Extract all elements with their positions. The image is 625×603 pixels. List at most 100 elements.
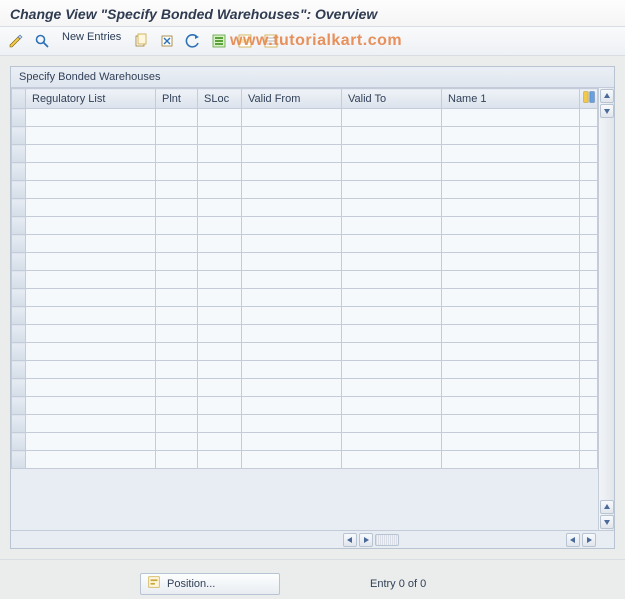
table-cell[interactable] — [26, 181, 156, 199]
table-cell[interactable] — [198, 145, 242, 163]
row-selector[interactable] — [12, 127, 26, 145]
table-cell[interactable] — [442, 343, 580, 361]
table-cell[interactable] — [442, 379, 580, 397]
row-selector[interactable] — [12, 307, 26, 325]
table-cell[interactable] — [442, 451, 580, 469]
table-cell[interactable] — [342, 271, 442, 289]
table-cell[interactable] — [342, 289, 442, 307]
table-cell[interactable] — [156, 415, 198, 433]
table-cell[interactable] — [442, 199, 580, 217]
table-cell[interactable] — [198, 289, 242, 307]
col-valid-from[interactable]: Valid From — [242, 89, 342, 109]
table-cell[interactable] — [342, 127, 442, 145]
deselect-all-button[interactable] — [261, 31, 281, 51]
row-selector[interactable] — [12, 397, 26, 415]
table-cell[interactable] — [342, 163, 442, 181]
row-selector[interactable] — [12, 163, 26, 181]
table-cell[interactable] — [156, 181, 198, 199]
table-cell[interactable] — [242, 325, 342, 343]
scroll-down-bottom-button[interactable] — [600, 515, 614, 529]
table-cell[interactable] — [342, 343, 442, 361]
table-cell[interactable] — [342, 307, 442, 325]
table-cell[interactable] — [442, 127, 580, 145]
table-cell[interactable] — [156, 289, 198, 307]
col-valid-to[interactable]: Valid To — [342, 89, 442, 109]
table-cell[interactable] — [342, 361, 442, 379]
table-cell[interactable] — [198, 415, 242, 433]
details-button[interactable] — [32, 31, 52, 51]
table-cell[interactable] — [156, 307, 198, 325]
table-cell[interactable] — [242, 397, 342, 415]
table-cell[interactable] — [156, 451, 198, 469]
row-selector[interactable] — [12, 145, 26, 163]
table-cell[interactable] — [242, 289, 342, 307]
table-cell[interactable] — [198, 199, 242, 217]
table-cell[interactable] — [442, 361, 580, 379]
table-cell[interactable] — [26, 127, 156, 145]
table-cell[interactable] — [26, 397, 156, 415]
table-cell[interactable] — [242, 253, 342, 271]
table-cell[interactable] — [342, 235, 442, 253]
table-cell[interactable] — [26, 235, 156, 253]
table-cell[interactable] — [156, 109, 198, 127]
table-cell[interactable] — [26, 451, 156, 469]
table-cell[interactable] — [26, 307, 156, 325]
table-cell[interactable] — [442, 307, 580, 325]
table-cell[interactable] — [198, 217, 242, 235]
table-cell[interactable] — [198, 325, 242, 343]
table-cell[interactable] — [156, 325, 198, 343]
table-cell[interactable] — [156, 271, 198, 289]
row-selector[interactable] — [12, 289, 26, 307]
table-cell[interactable] — [156, 235, 198, 253]
table-cell[interactable] — [26, 433, 156, 451]
table-cell[interactable] — [198, 361, 242, 379]
row-selector[interactable] — [12, 181, 26, 199]
table-cell[interactable] — [442, 325, 580, 343]
row-selector[interactable] — [12, 343, 26, 361]
table-cell[interactable] — [242, 271, 342, 289]
table-cell[interactable] — [156, 397, 198, 415]
col-regulatory-list[interactable]: Regulatory List — [26, 89, 156, 109]
table-cell[interactable] — [26, 289, 156, 307]
table-cell[interactable] — [242, 163, 342, 181]
table-cell[interactable] — [156, 361, 198, 379]
table-cell[interactable] — [342, 145, 442, 163]
table-cell[interactable] — [242, 217, 342, 235]
table-cell[interactable] — [26, 415, 156, 433]
table-cell[interactable] — [442, 145, 580, 163]
row-selector[interactable] — [12, 253, 26, 271]
table-cell[interactable] — [156, 379, 198, 397]
table-cell[interactable] — [242, 199, 342, 217]
table-cell[interactable] — [198, 127, 242, 145]
copy-as-button[interactable] — [131, 31, 151, 51]
table-cell[interactable] — [242, 433, 342, 451]
hscroll-left2-button[interactable] — [566, 533, 580, 547]
table-cell[interactable] — [156, 145, 198, 163]
scroll-down-button[interactable] — [600, 104, 614, 118]
table-cell[interactable] — [342, 199, 442, 217]
table-cell[interactable] — [342, 415, 442, 433]
col-sloc[interactable]: SLoc — [198, 89, 242, 109]
row-selector[interactable] — [12, 217, 26, 235]
table-cell[interactable] — [156, 127, 198, 145]
table-cell[interactable] — [342, 325, 442, 343]
table-cell[interactable] — [242, 307, 342, 325]
row-selector[interactable] — [12, 415, 26, 433]
table-cell[interactable] — [198, 253, 242, 271]
select-all-button[interactable] — [209, 31, 229, 51]
row-selector[interactable] — [12, 199, 26, 217]
table-cell[interactable] — [342, 253, 442, 271]
table-cell[interactable] — [242, 109, 342, 127]
table-cell[interactable] — [342, 397, 442, 415]
table-cell[interactable] — [442, 289, 580, 307]
table-cell[interactable] — [156, 433, 198, 451]
table-cell[interactable] — [442, 271, 580, 289]
new-entries-button[interactable]: New Entries — [58, 31, 125, 51]
toggle-display-change-button[interactable] — [6, 31, 26, 51]
table-cell[interactable] — [26, 145, 156, 163]
row-selector[interactable] — [12, 109, 26, 127]
table-cell[interactable] — [242, 451, 342, 469]
table-cell[interactable] — [26, 217, 156, 235]
table-cell[interactable] — [198, 397, 242, 415]
table-cell[interactable] — [442, 109, 580, 127]
